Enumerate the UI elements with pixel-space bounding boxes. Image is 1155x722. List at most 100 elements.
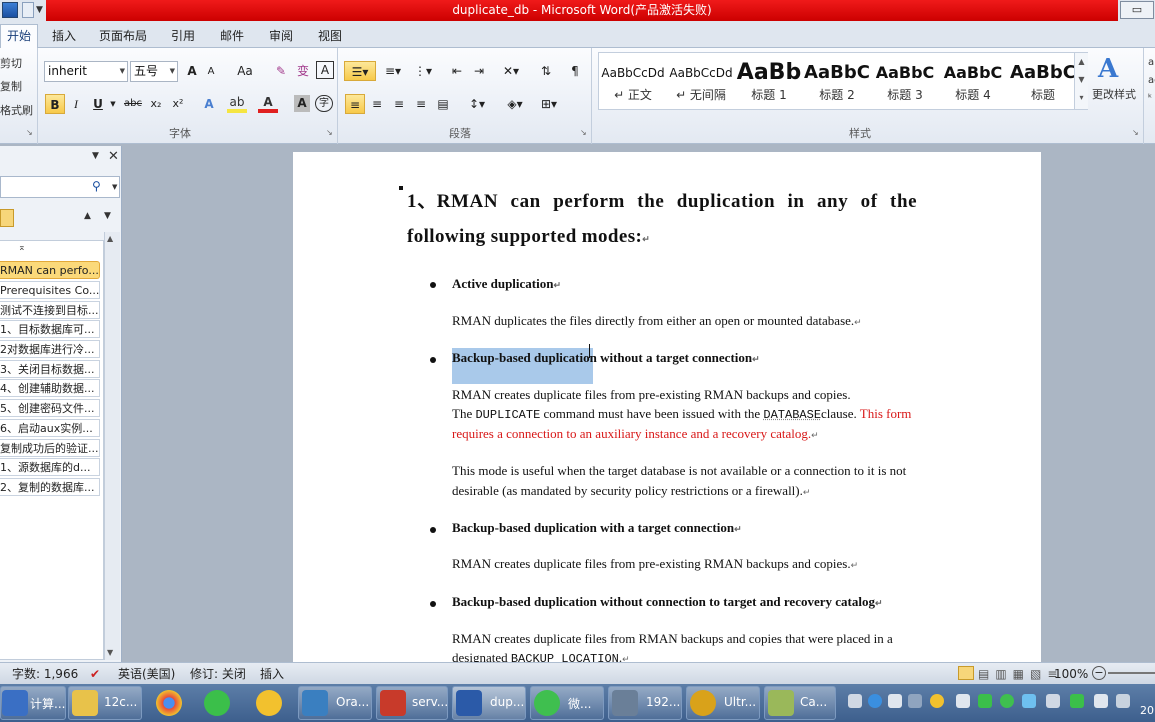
word-app-icon[interactable] bbox=[2, 2, 18, 18]
nav-item-3[interactable]: 测试不连接到目标... bbox=[0, 301, 100, 319]
tab-view[interactable]: 视图 bbox=[311, 26, 349, 46]
italic-button[interactable]: I bbox=[68, 94, 84, 114]
qq-icon[interactable] bbox=[256, 690, 282, 716]
show-marks-icon[interactable]: ¶ bbox=[566, 61, 584, 81]
style-gallery-scroll[interactable]: ▲ ▼ ▾ bbox=[1074, 53, 1088, 109]
align-left-icon[interactable]: ≡ bbox=[345, 94, 365, 114]
word-count[interactable]: 字数: 1,966 bbox=[12, 667, 78, 681]
view-buttons[interactable]: ▤▥▦▧≡ bbox=[978, 667, 1063, 681]
headings-view-tab[interactable] bbox=[0, 209, 14, 227]
strikethrough-button[interactable]: abc bbox=[122, 94, 144, 114]
justify-icon[interactable]: ≡ bbox=[412, 94, 430, 114]
tab-review[interactable]: 审阅 bbox=[262, 26, 300, 46]
tray-settings-icon[interactable] bbox=[888, 694, 902, 708]
nav-item-5[interactable]: 2对数据库进行冷... bbox=[0, 340, 100, 358]
nav-item-8[interactable]: 5、创建密码文件... bbox=[0, 399, 100, 417]
scroll-down-icon[interactable]: ▼ bbox=[107, 648, 113, 657]
editing-group-partial[interactable]: abacᵏ bbox=[1148, 54, 1155, 114]
search-icon[interactable]: ⚲ bbox=[92, 179, 101, 193]
nav-search-input[interactable] bbox=[0, 176, 120, 198]
font-name-combo[interactable]: inherit ▼ bbox=[44, 61, 128, 82]
multilevel-list-button[interactable]: ⋮▾ bbox=[410, 61, 436, 81]
shading-icon[interactable]: ◈▾ bbox=[502, 94, 528, 114]
chinese-layout-icon[interactable]: ✕▾ bbox=[498, 61, 524, 81]
borders-icon[interactable]: ⊞▾ bbox=[536, 94, 562, 114]
tray-wechat-icon[interactable] bbox=[1000, 694, 1014, 708]
bold-button[interactable]: B bbox=[45, 94, 65, 114]
media-player-icon[interactable] bbox=[204, 690, 230, 716]
nav-next-icon[interactable]: ▼ bbox=[104, 211, 111, 221]
language-status[interactable]: 英语(美国) bbox=[118, 667, 175, 681]
nav-item-10[interactable]: 复制成功后的验证... bbox=[0, 439, 100, 457]
superscript-button[interactable]: x² bbox=[168, 94, 188, 114]
highlight-icon[interactable]: ab bbox=[227, 94, 247, 113]
subscript-button[interactable]: x₂ bbox=[146, 94, 166, 114]
decrease-indent-icon[interactable]: ⇤ bbox=[448, 61, 466, 81]
collapse-icon[interactable]: ⌅ bbox=[18, 243, 26, 253]
font-size-combo[interactable]: 五号 ▼ bbox=[130, 61, 178, 82]
print-layout-view-icon[interactable] bbox=[958, 666, 974, 680]
style-normal[interactable]: AaBbCcDd ↵ 正文 bbox=[600, 54, 666, 108]
zoom-out-icon[interactable]: − bbox=[1092, 666, 1106, 680]
font-dialog-launcher-icon[interactable]: ↘ bbox=[326, 128, 334, 137]
save-icon[interactable] bbox=[22, 2, 34, 18]
insert-mode-status[interactable]: 插入 bbox=[260, 667, 284, 681]
nav-scrollbar[interactable] bbox=[104, 232, 120, 660]
style-no-spacing[interactable]: AaBbCcDd ↵ 无间隔 bbox=[668, 54, 734, 108]
format-painter-button[interactable]: 格式刷 bbox=[0, 104, 33, 118]
tray-signal-icon[interactable] bbox=[1116, 694, 1130, 708]
tab-references[interactable]: 引用 bbox=[164, 26, 202, 46]
style-heading-4[interactable]: AaBbC 标题 4 bbox=[940, 54, 1006, 108]
nav-item-4[interactable]: 1、目标数据库可... bbox=[0, 320, 100, 338]
zoom-slider[interactable] bbox=[1108, 672, 1155, 674]
enclose-char-button[interactable]: A bbox=[316, 61, 334, 79]
tray-cloud-icon[interactable] bbox=[1022, 694, 1036, 708]
tray-battery-icon[interactable] bbox=[1094, 694, 1108, 708]
paragraph-dialog-launcher-icon[interactable]: ↘ bbox=[580, 128, 588, 137]
tray-keyboard-icon[interactable] bbox=[848, 694, 862, 708]
increase-indent-icon[interactable]: ⇥ bbox=[470, 61, 488, 81]
align-right-icon[interactable]: ≡ bbox=[390, 94, 408, 114]
align-center-icon[interactable]: ≡ bbox=[368, 94, 386, 114]
underline-dropdown-icon[interactable]: ▼ bbox=[108, 94, 118, 114]
line-spacing-icon[interactable]: ↕▾ bbox=[464, 94, 490, 114]
style-heading-1[interactable]: AaBb 标题 1 bbox=[736, 54, 802, 108]
zoom-level[interactable]: 100% bbox=[1054, 667, 1088, 681]
change-case-button[interactable]: Aa bbox=[232, 61, 258, 81]
sort-icon[interactable]: ⇅ bbox=[536, 61, 556, 81]
tray-monitor-icon[interactable] bbox=[1046, 694, 1060, 708]
char-shading-button[interactable]: A bbox=[294, 95, 310, 112]
underline-button[interactable]: U bbox=[90, 94, 106, 114]
tray-volume-icon[interactable] bbox=[956, 694, 970, 708]
grow-font-button[interactable]: A bbox=[183, 61, 201, 81]
nav-item-12[interactable]: 2、复制的数据库... bbox=[0, 478, 100, 496]
numbering-button[interactable]: ≡▾ bbox=[380, 61, 406, 81]
chevron-down-icon[interactable]: ▼ bbox=[112, 183, 117, 191]
distributed-icon[interactable]: ▤ bbox=[434, 94, 452, 114]
track-changes-status[interactable]: 修订: 关闭 bbox=[190, 667, 246, 681]
shrink-font-button[interactable]: A bbox=[203, 62, 219, 82]
change-styles-icon[interactable]: A bbox=[1098, 54, 1128, 84]
tray-network-icon[interactable] bbox=[908, 694, 922, 708]
chrome-icon[interactable] bbox=[156, 690, 182, 716]
tab-insert[interactable]: 插入 bbox=[44, 26, 84, 46]
style-heading-3[interactable]: AaBbC 标题 3 bbox=[872, 54, 938, 108]
text-effect-icon[interactable]: A bbox=[198, 94, 220, 114]
scroll-up-icon[interactable]: ▲ bbox=[107, 234, 113, 243]
proofing-icon[interactable]: ✔ bbox=[90, 667, 100, 681]
style-title[interactable]: AaBbC 标题 bbox=[1008, 54, 1078, 108]
styles-dialog-launcher-icon[interactable]: ↘ bbox=[1132, 128, 1140, 137]
enclosed-char-icon[interactable]: 字 bbox=[315, 95, 333, 112]
bullets-button[interactable]: ☰▾ bbox=[344, 61, 376, 81]
clock[interactable]: 20 bbox=[1140, 704, 1154, 717]
tray-shield-icon[interactable] bbox=[1070, 694, 1084, 708]
tab-mailings[interactable]: 邮件 bbox=[213, 26, 251, 46]
nav-item-7[interactable]: 4、创建辅助数据... bbox=[0, 379, 100, 397]
nav-item-11[interactable]: 1、源数据库的d... bbox=[0, 458, 100, 476]
nav-item-9[interactable]: 6、启动aux实例... bbox=[0, 419, 100, 437]
style-heading-2[interactable]: AaBbC 标题 2 bbox=[804, 54, 870, 108]
quick-access-dropdown-icon[interactable]: ▼ bbox=[36, 5, 44, 15]
nav-item-6[interactable]: 3、关闭目标数据... bbox=[0, 360, 100, 378]
font-color-icon[interactable]: A bbox=[258, 94, 278, 113]
clear-format-icon[interactable]: ✎ bbox=[272, 61, 290, 81]
